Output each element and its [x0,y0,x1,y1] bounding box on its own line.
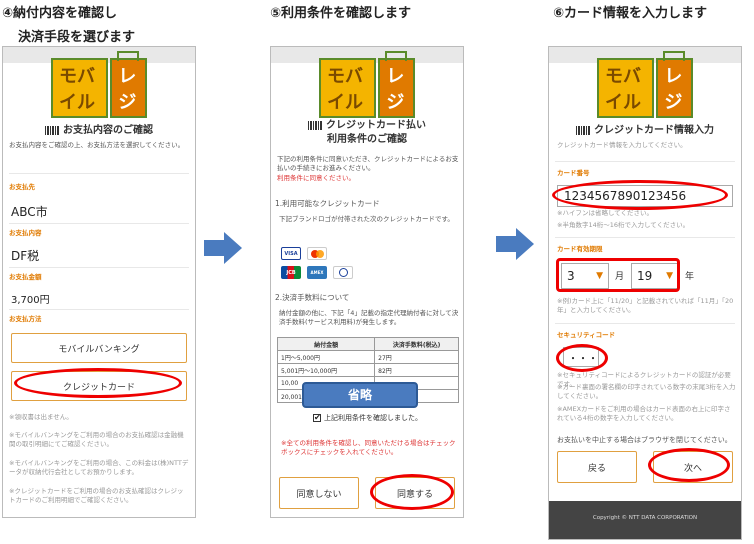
security-note-3: ※AMEXカードをご利用の場合はカード表面の右上に印字されている4桁の数字を入力… [557,405,731,423]
section1-text: 下記ブランドロゴが付帯された次のクレジットカードです。 [279,215,454,223]
method-label: お支払方法 [9,315,42,323]
content-label: お支払内容 [9,229,42,237]
card-number-note-2: ※半角数字14桁〜16桁で入力してください。 [557,221,690,229]
payee-value: ABC市 [11,205,48,219]
arrow-right-icon [496,228,536,260]
year-unit: 年 [685,272,695,282]
expiry-year-select[interactable]: 19 ▼ [631,263,679,289]
table-row: 1円〜5,000円 27円 [276,350,459,364]
content-value: DF税 [11,249,40,263]
table-header: 決済手数料(税込) [374,337,459,351]
step4-title-line1: ④納付内容を確認し [2,6,118,21]
card-number-note-1: ※ハイフンは省略してください。 [557,209,654,217]
mobile-regi-logo: モバイル レジ [319,51,415,118]
footer: Copyright © NTT DATA CORPORATION [549,501,741,539]
page-title: クレジットカード払い 利用条件のご確認 [271,119,463,147]
security-code-label: セキュリティコード [557,331,616,339]
barcode-icon [576,125,590,135]
agree-checkbox-row[interactable]: 上記利用条件を確認しました。 [313,412,422,424]
table-header: 納付金額 [276,337,376,351]
diners-icon [333,266,353,279]
page-title: クレジットカード情報入力 [549,121,741,136]
agree-button[interactable]: 同意する [375,477,455,509]
section1-heading: 1.利用可能なクレジットカード [275,199,380,208]
expiry-label: カード有効期限 [557,245,603,253]
barcode-icon [45,125,59,135]
step4-title-line2: 決済手段を選びます [18,30,136,45]
barcode-icon [308,120,322,130]
note-mobile-banking-1: ※モバイルバンキングをご利用の場合のお支払確認は金融機関の取引明細にてご確認くだ… [9,431,184,449]
card-number-input[interactable]: 1234567890123456 [557,185,733,207]
page-title: お支払内容のご確認 [3,121,195,136]
mastercard-icon [307,247,327,260]
agree-checkbox[interactable] [313,412,321,424]
terms-confirm-screen: モバイル レジ クレジットカード払い 利用条件のご確認 下記の利用条件に同意いた… [270,46,464,518]
mobile-regi-logo: モバイル レジ [597,51,693,118]
section2-heading: 2.決済手数料について [275,293,350,302]
payee-label: お支払先 [9,183,35,191]
next-button[interactable]: 次へ [653,451,733,483]
step6-title: ⑥カード情報を入力します [553,6,708,21]
arrow-right-icon [204,232,244,264]
note-receipt: ※領収書は出ません。 [9,413,73,421]
expiry-note: ※例)カード上に「11/20」と記載されていれば「11月」「20年」と入力してく… [557,297,734,315]
dropdown-arrow-icon: ▼ [596,271,603,281]
amount-value: 3,700円 [11,295,50,306]
dropdown-arrow-icon: ▼ [666,271,673,281]
warning-text: ※全ての利用条件を確認し、同意いただける場合はチェックボックスにチェックを入れて… [281,439,456,457]
month-unit: 月 [615,272,625,282]
card-input-screen: モバイル レジ クレジットカード情報入力 クレジットカード情報を入力してください… [548,46,742,540]
security-code-input[interactable]: ・・・ [563,347,599,367]
visa-icon: VISA [281,247,301,260]
step5-title: ⑤利用条件を確認します [270,6,412,21]
expiry-month-select[interactable]: 3 ▼ [561,263,609,289]
disagree-button[interactable]: 同意しない [279,477,359,509]
amex-icon: AMEX [307,266,327,279]
payment-confirm-screen: モバイル レジ お支払内容のご確認 お支払内容をご確認の上、お支払方法を選択して… [2,46,196,518]
section2-text: 納付金額の他に、下記「4」記載の指定代理納付者に対して決済手数料(サービス利用料… [279,309,459,327]
card-number-label: カード番号 [557,169,590,177]
intro-text: お支払内容をご確認の上、お支払方法を選択してください。 [9,141,185,149]
note-mobile-banking-2: ※モバイルバンキングをご利用の場合、この料金は(株)NTTデータが収納代行会社と… [9,459,189,477]
intro-text: クレジットカード情報を入力してください。 [557,141,687,149]
note-credit: ※クレジットカードをご利用の場合のお支払確認はクレジットカードのご利用明細でご確… [9,487,184,505]
security-note-2: ※カード裏面の署名欄の印字されている数字の末尾3桁を入力してください。 [557,383,736,401]
cancel-note: お支払いを中止する場合はブラウザを閉じてください。 [557,436,732,444]
intro-text: 下記の利用条件に同意いただき、クレジットカードによるお支払いの手続きにお進みくだ… [277,155,459,182]
table-row: 5,001円〜10,000円 82円 [276,363,459,377]
card-brands: VISA JCB AMEX [281,247,361,279]
credit-card-button[interactable]: クレジットカード [11,371,187,401]
mobile-regi-logo: モバイル レジ [51,51,147,118]
mobile-banking-button[interactable]: モバイルバンキング [11,333,187,363]
omitted-section-banner: 省略 [302,382,418,408]
back-button[interactable]: 戻る [557,451,637,483]
amount-label: お支払金額 [9,273,42,281]
jcb-icon: JCB [281,266,301,279]
